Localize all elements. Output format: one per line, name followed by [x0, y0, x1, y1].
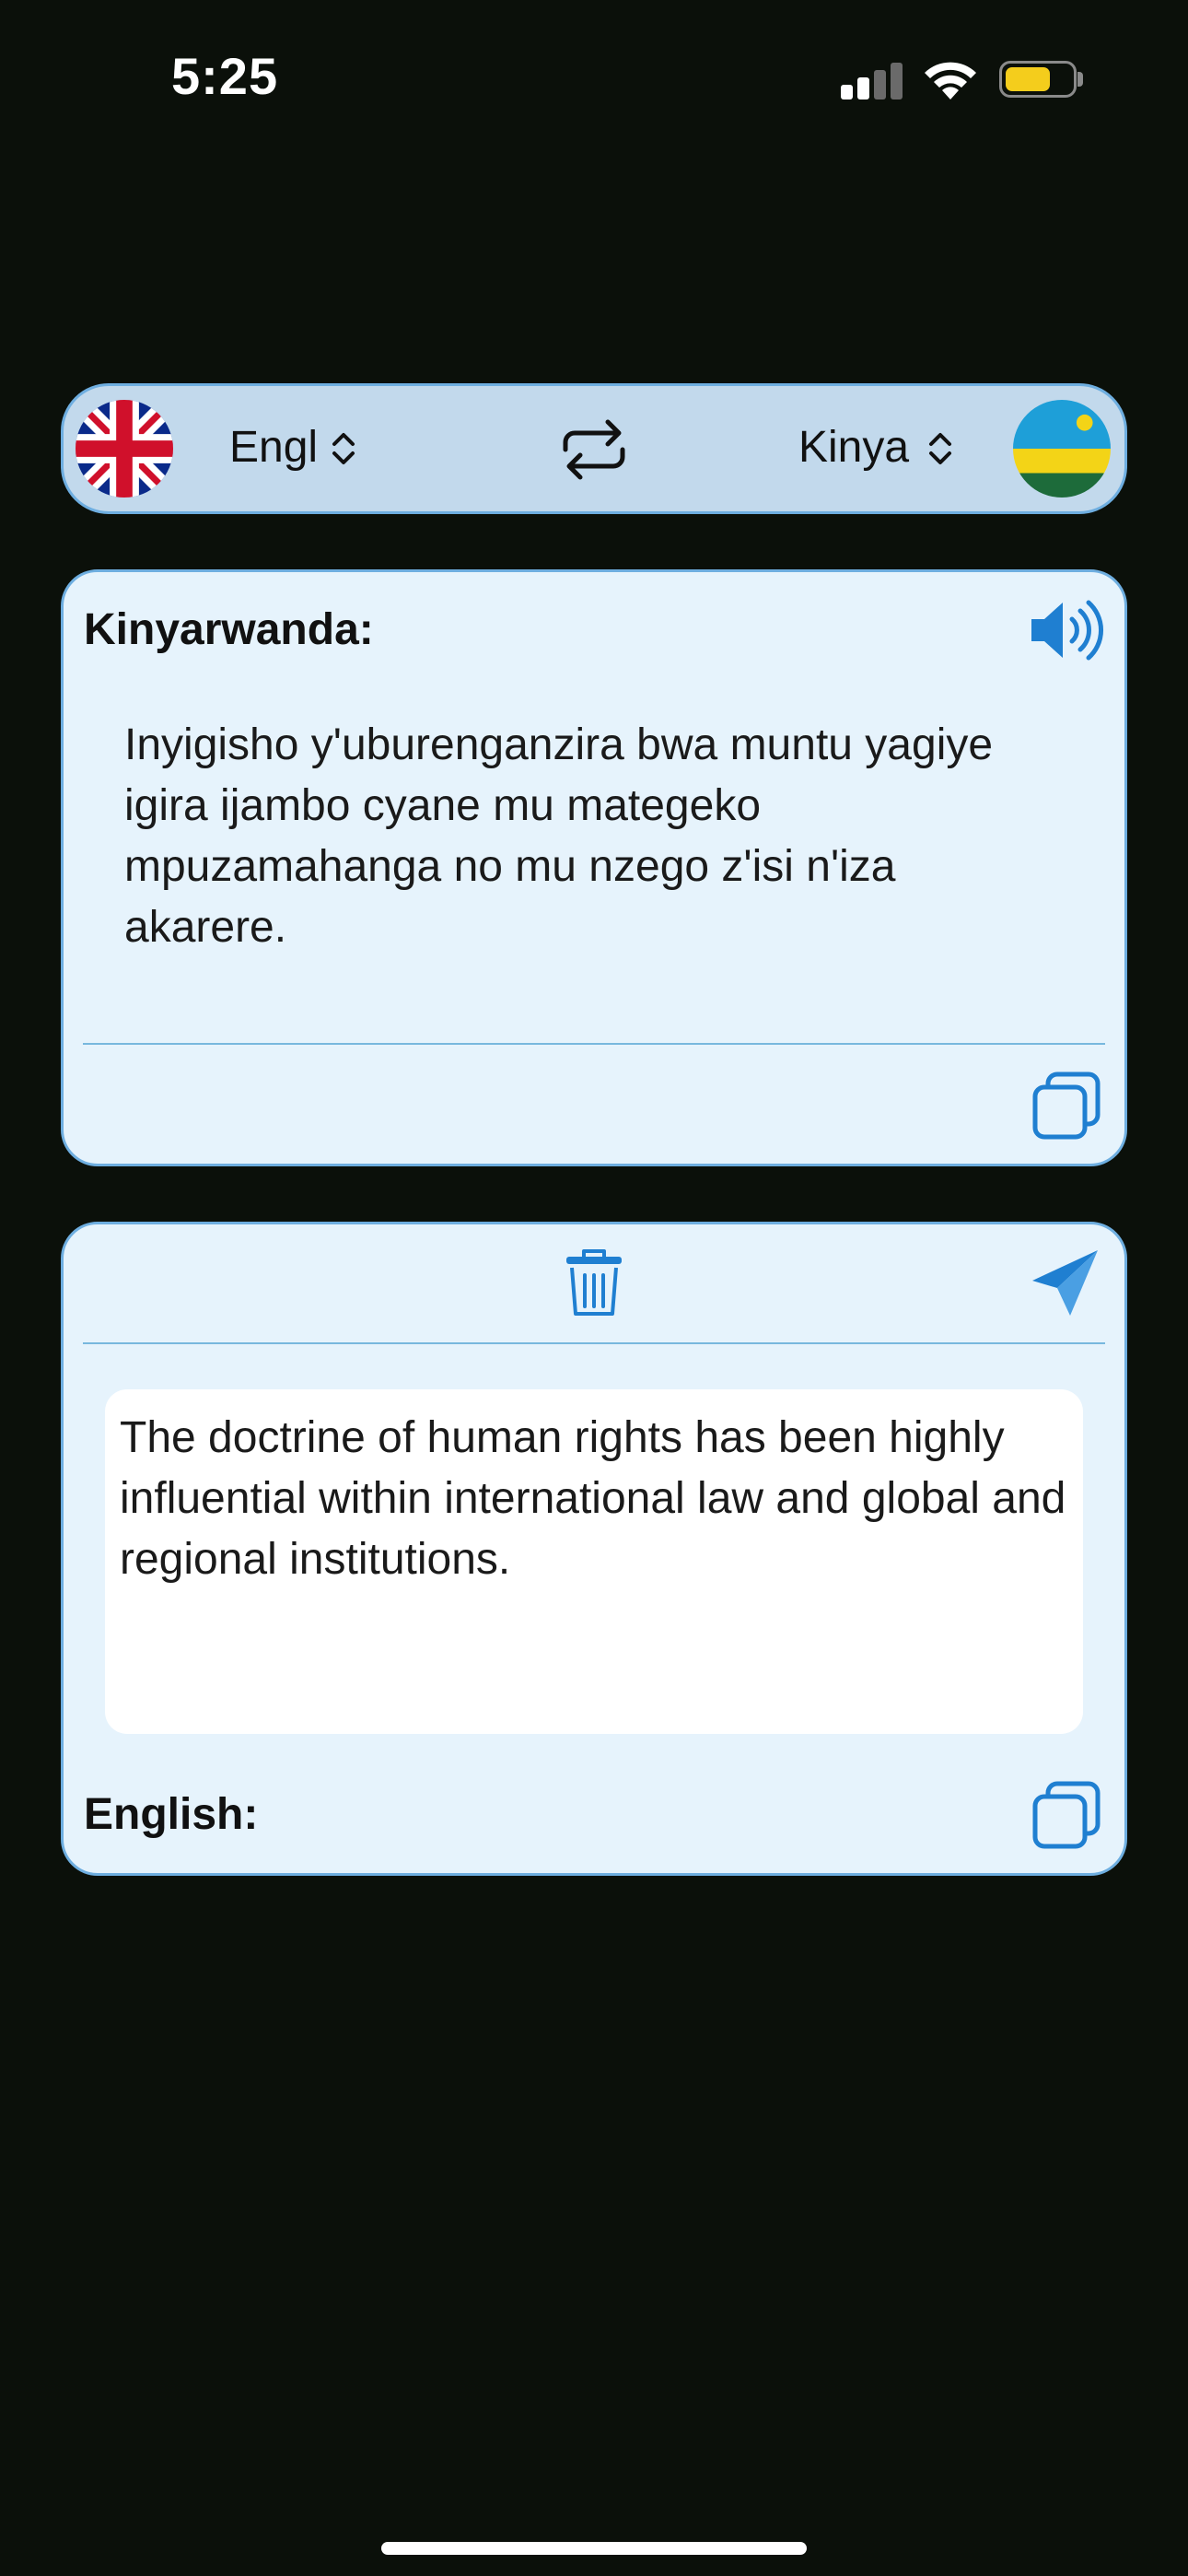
swap-arrows-icon[interactable]	[558, 415, 630, 485]
input-card-divider	[83, 1342, 1105, 1344]
source-text-input[interactable]: The doctrine of human rights has been hi…	[105, 1389, 1083, 1734]
status-time: 5:25	[171, 47, 279, 105]
translation-language-title: Kinyarwanda:	[84, 605, 374, 654]
target-language-label[interactable]: Kinya	[798, 422, 909, 473]
source-language-chevron-icon[interactable]	[330, 426, 357, 472]
wifi-icon	[925, 62, 976, 100]
battery-icon	[999, 61, 1077, 98]
home-indicator[interactable]	[381, 2542, 807, 2555]
speaker-icon[interactable]	[1030, 599, 1105, 662]
source-language-title: English:	[84, 1790, 259, 1839]
united-kingdom-flag-icon[interactable]	[76, 400, 173, 498]
translation-card-divider	[83, 1043, 1105, 1045]
cellular-signal-icon	[841, 63, 903, 100]
battery-cap	[1077, 72, 1083, 87]
source-language-label[interactable]: Engl	[229, 422, 318, 473]
translated-text: Inyigisho y'uburenganzira bwa muntu yagi…	[124, 720, 994, 952]
copy-icon[interactable]	[1031, 1780, 1101, 1850]
copy-icon[interactable]	[1031, 1071, 1101, 1141]
rwanda-flag-icon[interactable]	[1013, 400, 1111, 498]
trash-icon[interactable]	[564, 1247, 624, 1317]
source-text-value[interactable]: The doctrine of human rights has been hi…	[120, 1408, 1077, 1590]
send-icon[interactable]	[1030, 1247, 1101, 1317]
target-language-chevron-icon[interactable]	[926, 426, 954, 472]
